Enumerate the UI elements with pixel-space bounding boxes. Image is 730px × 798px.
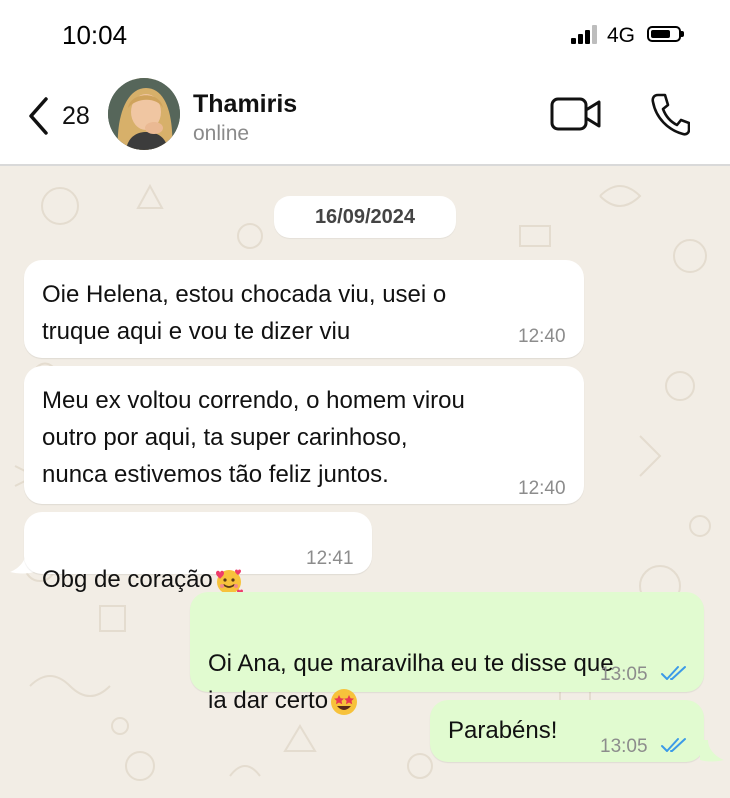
status-bar: 10:04 4G — [0, 0, 730, 70]
read-ticks-icon — [661, 666, 686, 680]
signal-icon — [571, 24, 599, 44]
message-time: 13:05 — [600, 664, 648, 685]
message-bubble-incoming[interactable]: Obg de coração 12:41 — [24, 512, 372, 595]
back-button[interactable]: 28 — [26, 94, 106, 138]
network-label: 4G — [607, 24, 636, 47]
unread-count: 28 — [62, 101, 90, 130]
chat-area[interactable]: 16/09/2024 Oie Helena, estou chocada viu… — [0, 166, 730, 798]
star-struck-emoji — [331, 688, 358, 715]
message-text: Oie Helena, estou chocada viu, usei o tr… — [42, 281, 447, 345]
status-time: 10:04 — [62, 20, 128, 50]
battery-icon — [647, 26, 684, 42]
video-call-icon — [550, 97, 601, 131]
message-bubble-outgoing[interactable]: Parabéns! 13:05 — [430, 700, 704, 762]
voice-call-button[interactable] — [650, 92, 691, 136]
video-call-button[interactable] — [550, 96, 602, 132]
message-bubble-incoming[interactable]: Meu ex voltou correndo, o homem virou ou… — [24, 366, 584, 504]
avatar[interactable] — [108, 78, 180, 150]
message-text: Obg de coração — [42, 524, 245, 598]
date-chip: 16/09/2024 — [274, 196, 456, 238]
message-time: 12:40 — [518, 478, 566, 499]
message-bubble-outgoing[interactable]: Oi Ana, que maravilha eu te disse que ia… — [190, 592, 704, 715]
phone-icon — [651, 93, 691, 136]
bubble-tail — [700, 740, 724, 762]
contact-status: online — [193, 122, 250, 145]
message-bubble-incoming[interactable]: Oie Helena, estou chocada viu, usei o tr… — [24, 260, 584, 358]
message-text: Parabéns! — [448, 717, 558, 744]
contact-name[interactable]: Thamiris — [193, 90, 297, 119]
message-time: 13:05 — [600, 736, 648, 757]
message-time: 12:41 — [306, 548, 354, 569]
chevron-left-icon — [29, 97, 48, 135]
chat-header: 28 Thamiris online — [0, 70, 730, 166]
avatar-photo — [108, 78, 180, 150]
read-ticks-icon — [661, 738, 686, 752]
message-text-content: Obg de coração — [42, 566, 213, 593]
message-time: 12:40 — [518, 326, 566, 347]
message-text: Meu ex voltou correndo, o homem virou ou… — [42, 387, 465, 488]
